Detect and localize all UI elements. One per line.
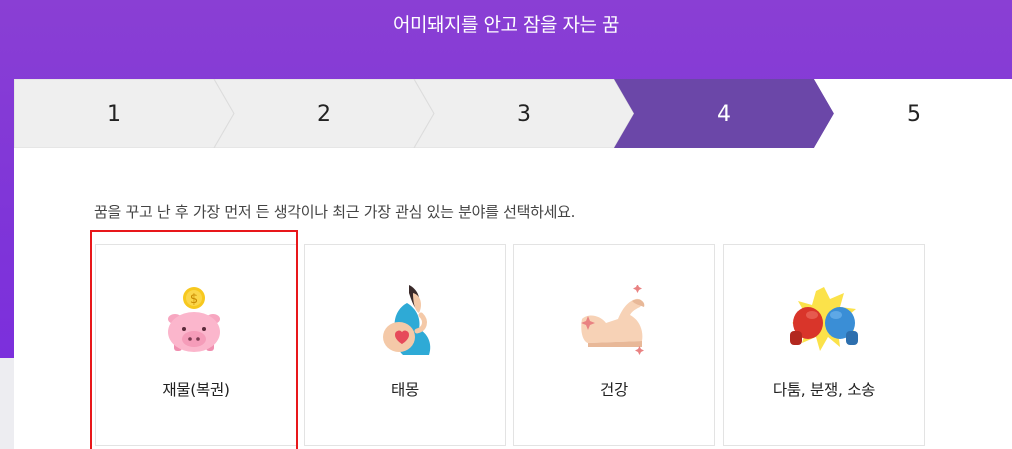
- option-conflict-lawsuit[interactable]: 다툼, 분쟁, 소송: [723, 244, 925, 446]
- step-5: 5: [907, 102, 921, 127]
- svg-text:$: $: [190, 292, 198, 307]
- boxing-gloves-clash-icon: [790, 287, 858, 351]
- option-label: 다툼, 분쟁, 소송: [772, 381, 876, 399]
- page-title: 어미돼지를 안고 잠을 자는 꿈: [393, 14, 619, 36]
- step-4-current: 4: [717, 102, 731, 127]
- option-health[interactable]: 건강: [513, 244, 715, 446]
- step-2: 2: [317, 102, 331, 127]
- step-1: 1: [107, 102, 121, 127]
- step-3: 3: [517, 102, 531, 127]
- piggy-bank-coin-icon: $: [168, 287, 220, 352]
- option-conception-dream[interactable]: 태몽: [304, 244, 506, 446]
- content-card: 1 2 3 4 5 꿈을 꾸고 난 후 가장 먼저 든 생각이나 최근 가장 관…: [14, 79, 1012, 449]
- option-label: 재물(복권): [162, 381, 230, 399]
- option-wealth-lottery[interactable]: $ 재물(복권): [95, 244, 297, 446]
- pregnant-woman-heart-icon: [383, 285, 431, 355]
- option-label: 태몽: [391, 381, 419, 399]
- option-label: 건강: [600, 381, 628, 399]
- instruction-text: 꿈을 꾸고 난 후 가장 먼저 든 생각이나 최근 가장 관심 있는 분야를 선…: [94, 203, 576, 221]
- flexed-arm-icon: [581, 285, 645, 355]
- step-progress-bar: 1 2 3 4 5: [14, 79, 1012, 148]
